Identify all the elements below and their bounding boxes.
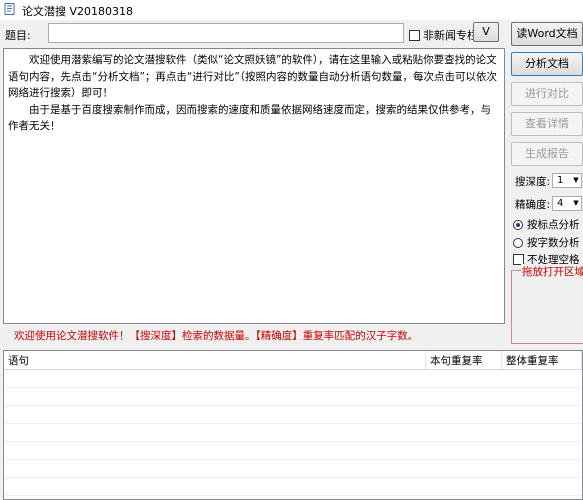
checkbox-box[interactable]	[409, 29, 420, 41]
read-word-button[interactable]: 读Word文档	[511, 22, 583, 46]
subject-input[interactable]	[48, 23, 404, 43]
radio-char-count[interactable]: 按字数分析	[513, 235, 580, 250]
radio-punctuation-label: 按标点分析	[527, 219, 580, 231]
precision-select[interactable]: 4 ▼	[552, 196, 582, 211]
col-overall-rate[interactable]: 整体重复率	[502, 351, 582, 369]
title-bar: 论文潜搜 V20180318	[0, 0, 583, 20]
analyze-button[interactable]: 分析文档	[511, 52, 583, 76]
results-table[interactable]: 语句 本句重复率 整体重复率	[3, 350, 583, 500]
table-row	[4, 388, 582, 406]
intro-paragraph: 欢迎使用潜紫编写的论文潜搜软件（类似“论文照妖镜”的软件），请在这里输入或粘贴你…	[8, 54, 498, 99]
compare-button[interactable]: 进行对比	[511, 82, 583, 106]
app-icon	[4, 3, 15, 15]
chevron-down-icon: ▼	[573, 199, 579, 207]
subject-label: 题目:	[5, 29, 31, 42]
col-sentence[interactable]: 语句	[4, 351, 426, 369]
status-message: 欢迎使用论文潜搜软件！【搜深度】检索的数据量。【精确度】重复率匹配的汉子字数。	[14, 330, 419, 342]
table-row	[4, 370, 582, 388]
depth-label: 搜深度:	[515, 176, 551, 188]
table-row	[4, 460, 582, 478]
radio-punctuation[interactable]: 按标点分析	[513, 217, 580, 232]
table-row	[4, 424, 582, 442]
results-header: 语句 本句重复率 整体重复率	[4, 351, 582, 370]
table-row	[4, 478, 582, 496]
table-row	[4, 406, 582, 424]
radio-char-count-label: 按字数分析	[527, 237, 580, 249]
window-title: 论文潜搜 V20180318	[22, 5, 134, 18]
depth-select[interactable]: 1 ▼	[552, 173, 582, 188]
depth-value: 1	[557, 175, 564, 186]
chevron-down-icon: ▼	[573, 176, 579, 184]
drop-area[interactable]	[511, 270, 583, 344]
drop-area-label: 拖放打开区域	[521, 264, 583, 279]
non-news-checkbox[interactable]: 非新闻专栏	[409, 27, 478, 43]
report-button[interactable]: 生成报告	[511, 142, 583, 166]
content-textarea[interactable]: 欢迎使用潜紫编写的论文潜搜软件（类似“论文照妖镜”的软件），请在这里输入或粘贴你…	[3, 48, 505, 324]
non-news-checkbox-label: 非新闻专栏	[423, 29, 478, 42]
precision-value: 4	[557, 198, 564, 209]
disclaimer-paragraph: 由于是基于百度搜索制作而成，因而搜索的速度和质量依据网络速度而定，搜索的结果仅供…	[8, 103, 491, 133]
precision-label: 精确度:	[515, 199, 551, 211]
radio-selected-icon[interactable]	[513, 219, 523, 230]
radio-unselected-icon[interactable]	[513, 237, 523, 248]
dropdown-button[interactable]: V	[473, 22, 499, 42]
table-row	[4, 442, 582, 460]
details-button[interactable]: 查看详情	[511, 112, 583, 136]
col-sentence-rate[interactable]: 本句重复率	[426, 351, 502, 369]
